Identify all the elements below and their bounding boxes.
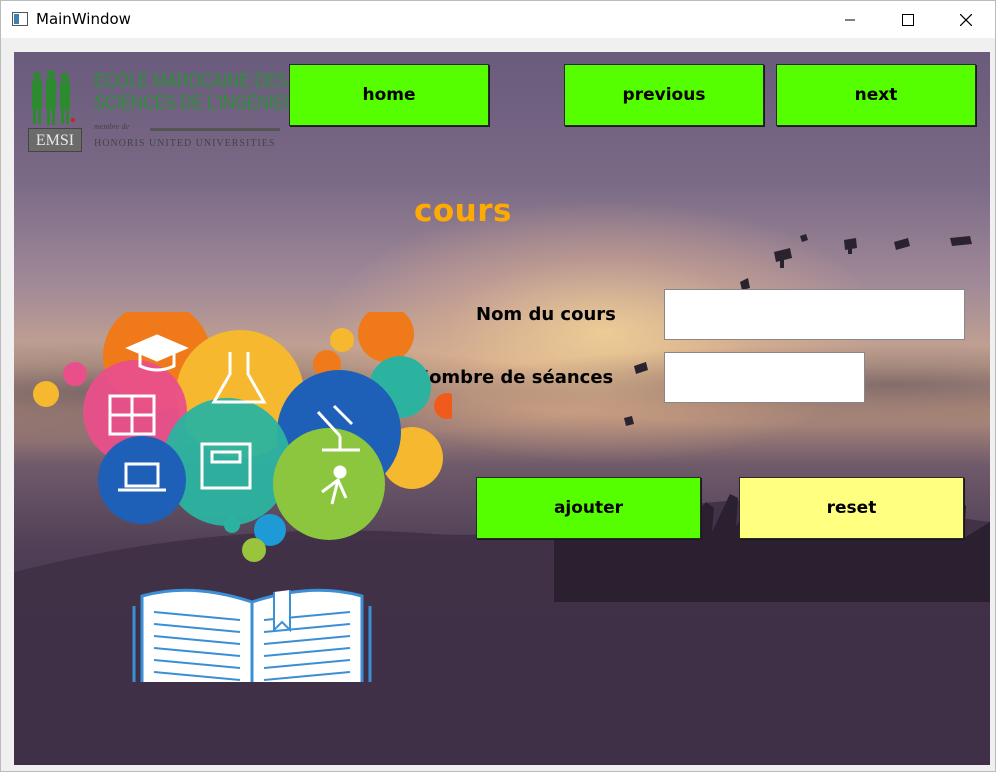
logo-membre-text: membre de [94,122,130,131]
title-bar[interactable]: MainWindow [1,1,995,38]
next-button[interactable]: next [776,64,976,126]
page-title: cours [414,193,512,229]
logo-divider [150,128,280,131]
main-window: MainWindow EMSI ECOLE MAROCAINE DES SCIE… [0,0,996,772]
people-logo-icon [32,70,75,125]
logo-school-name-line1: ECOLE MAROCAINE DES [94,70,288,92]
small-bubble [434,393,452,419]
logo-honoris-text: HONORIS UNITED UNIVERSITIES [94,138,276,149]
small-bubble [33,381,59,407]
sports-icon [333,465,347,479]
window-title: MainWindow [36,10,131,28]
main-content: EMSI ECOLE MAROCAINE DES SCIENCES DE L'I… [14,52,990,765]
nombre-de-seances-input[interactable] [664,352,865,403]
school-logo: EMSI ECOLE MAROCAINE DES SCIENCES DE L'I… [26,70,308,156]
minimize-icon [845,19,855,20]
previous-button[interactable]: previous [564,64,764,126]
nom-du-cours-label: Nom du cours [476,304,616,325]
small-bubble [330,328,354,352]
ajouter-button[interactable]: ajouter [476,477,701,539]
close-button[interactable] [937,1,995,38]
logo-school-name-line2: SCIENCES DE L'INGENIEUR [94,92,308,114]
open-book-icon [132,588,372,682]
minimize-button[interactable] [821,1,879,38]
app-icon [12,12,28,26]
maximize-button[interactable] [879,1,937,38]
education-illustration [33,312,452,682]
emsi-badge: EMSI [28,128,82,152]
reset-button[interactable]: reset [739,477,964,539]
calculator-bubble [358,312,414,362]
home-button[interactable]: home [289,64,489,126]
maximize-icon [902,13,914,26]
small-bubble [242,538,266,562]
close-icon [960,13,972,26]
laptop-bubble [98,436,186,524]
nom-du-cours-input[interactable] [664,289,965,340]
small-bubble [63,362,87,386]
sports-bubble [273,428,385,540]
